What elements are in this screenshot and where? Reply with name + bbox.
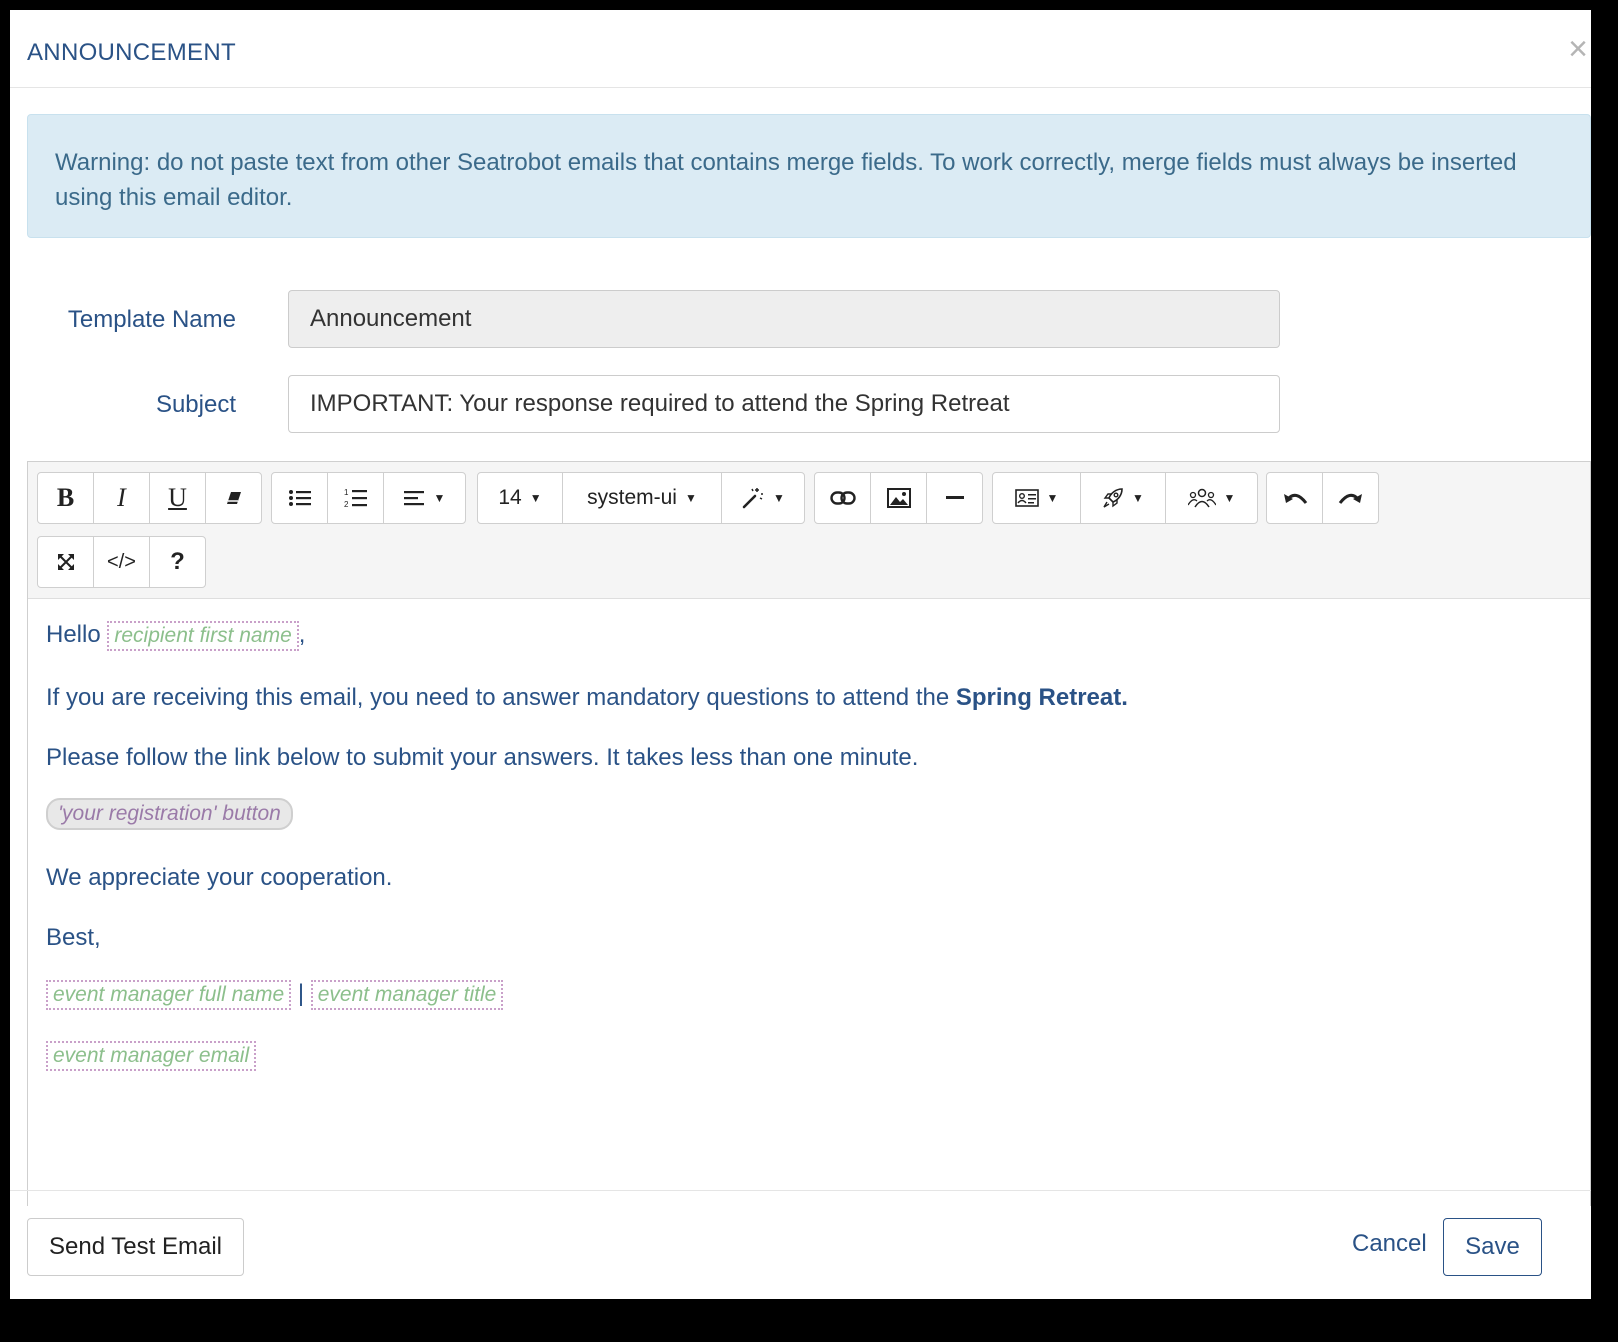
image-icon — [886, 488, 911, 508]
chevron-down-icon: ▼ — [1132, 491, 1144, 505]
registration-merge-button[interactable]: 'your registration' button — [46, 798, 293, 830]
chevron-down-icon: ▼ — [684, 491, 697, 505]
magic-wand-icon — [741, 486, 765, 510]
paragraph-3: We appreciate your cooperation. — [46, 864, 393, 891]
style-button-group: B I U — [37, 472, 262, 524]
code-view-button[interactable]: </> — [93, 536, 150, 588]
font-family-dropdown[interactable]: system-ui ▼ — [562, 472, 722, 524]
fullscreen-icon — [56, 552, 76, 572]
unordered-list-icon — [288, 488, 312, 508]
event-merge-dropdown[interactable]: ▼ — [1080, 472, 1166, 524]
warning-alert: Warning: do not paste text from other Se… — [27, 114, 1591, 238]
editor-content[interactable]: Hello recipient first name, If you are r… — [28, 599, 1590, 1206]
paragraph-2: Please follow the link below to submit y… — [46, 744, 919, 771]
ordered-list-icon: 12 — [344, 487, 368, 509]
chevron-down-icon: ▼ — [1223, 491, 1236, 505]
chevron-down-icon: ▼ — [773, 491, 785, 505]
clear-format-button[interactable] — [205, 472, 262, 524]
paragraph-1: If you are receiving this email, you nee… — [46, 684, 1128, 712]
chevron-down-icon: ▼ — [433, 491, 446, 505]
bold-icon: B — [56, 483, 75, 512]
merge-field-recipient-first-name[interactable]: recipient first name — [107, 621, 299, 651]
template-name-label: Template Name — [67, 306, 236, 333]
merge-field-manager-title[interactable]: event manager title — [310, 980, 504, 1010]
people-icon — [1187, 487, 1216, 509]
registration-button-line: 'your registration' button — [46, 798, 293, 830]
template-name-input[interactable] — [288, 290, 1280, 348]
contact-merge-dropdown[interactable]: ▼ — [992, 472, 1081, 524]
svg-text:2: 2 — [344, 500, 349, 509]
chevron-down-icon: ▼ — [529, 491, 542, 505]
contact-card-icon — [1014, 489, 1039, 507]
modal-title: ANNOUNCEMENT — [27, 39, 236, 66]
paragraph-1-text: If you are receiving this email, you nee… — [46, 684, 950, 711]
underline-button[interactable]: U — [149, 472, 206, 524]
signature-separator: | — [297, 980, 305, 1007]
closing-line: Best, — [46, 924, 101, 951]
horizontal-rule-icon — [945, 495, 965, 501]
image-button[interactable] — [870, 472, 927, 524]
merge-field-manager-full-name[interactable]: event manager full name — [46, 980, 292, 1010]
chevron-down-icon: ▼ — [1046, 491, 1059, 505]
code-icon: </> — [107, 550, 136, 573]
horizontal-rule-button[interactable] — [926, 472, 983, 524]
save-button[interactable]: Save — [1443, 1218, 1542, 1276]
greeting-line: Hello recipient first name, — [46, 621, 305, 651]
undo-button[interactable] — [1266, 472, 1323, 524]
link-button[interactable] — [814, 472, 871, 524]
help-icon: ? — [170, 548, 185, 575]
subject-label: Subject — [155, 391, 236, 418]
align-dropdown[interactable]: ▼ — [383, 472, 466, 524]
svg-text:1: 1 — [344, 488, 349, 497]
greeting-comma: , — [298, 621, 306, 648]
greeting-text: Hello — [46, 621, 101, 648]
close-icon[interactable]: × — [1568, 32, 1588, 66]
font-button-group: 14 ▼ system-ui ▼ ▼ — [477, 472, 805, 524]
align-icon — [403, 489, 426, 507]
history-button-group — [1266, 472, 1379, 524]
event-name-bold: Spring Retreat. — [955, 684, 1128, 711]
editor-toolbar: B I U 12 ▼ 14 ▼ system-ui ▼ ▼ ▼ ▼ ▼ </> … — [28, 462, 1590, 599]
email-editor: B I U 12 ▼ 14 ▼ system-ui ▼ ▼ ▼ ▼ ▼ </> … — [27, 461, 1591, 1206]
signature-line: event manager full name | event manager … — [46, 980, 504, 1010]
paragraph-button-group: 12 ▼ — [271, 472, 466, 524]
font-family-value: system-ui — [587, 486, 677, 509]
bold-button[interactable]: B — [37, 472, 94, 524]
modal-footer: Send Test Email Cancel Save — [10, 1190, 1591, 1299]
cancel-link[interactable]: Cancel — [1352, 1230, 1427, 1258]
unordered-list-button[interactable] — [271, 472, 328, 524]
email-line: event manager email — [46, 1041, 257, 1071]
redo-icon — [1338, 490, 1364, 506]
merge-field-button-group: ▼ ▼ ▼ — [992, 472, 1258, 524]
ordered-list-button[interactable]: 12 — [327, 472, 384, 524]
italic-button[interactable]: I — [93, 472, 150, 524]
style-dropdown[interactable]: ▼ — [721, 472, 805, 524]
redo-button[interactable] — [1322, 472, 1379, 524]
link-icon — [829, 491, 856, 505]
send-test-email-button[interactable]: Send Test Email — [27, 1218, 244, 1276]
merge-field-manager-email[interactable]: event manager email — [46, 1041, 257, 1071]
italic-icon: I — [117, 483, 126, 512]
eraser-icon — [224, 488, 244, 508]
view-button-group: </> ? — [37, 536, 206, 588]
underline-icon: U — [168, 483, 187, 512]
undo-icon — [1282, 490, 1308, 506]
insert-button-group — [814, 472, 983, 524]
warning-text: Warning: do not paste text from other Se… — [55, 149, 1517, 211]
people-merge-dropdown[interactable]: ▼ — [1165, 472, 1258, 524]
rocket-icon — [1102, 487, 1124, 509]
subject-input[interactable] — [288, 375, 1280, 433]
modal-header: ANNOUNCEMENT × — [10, 10, 1591, 88]
font-size-value: 14 — [498, 486, 522, 509]
font-size-dropdown[interactable]: 14 ▼ — [477, 472, 563, 524]
fullscreen-button[interactable] — [37, 536, 94, 588]
help-button[interactable]: ? — [149, 536, 206, 588]
